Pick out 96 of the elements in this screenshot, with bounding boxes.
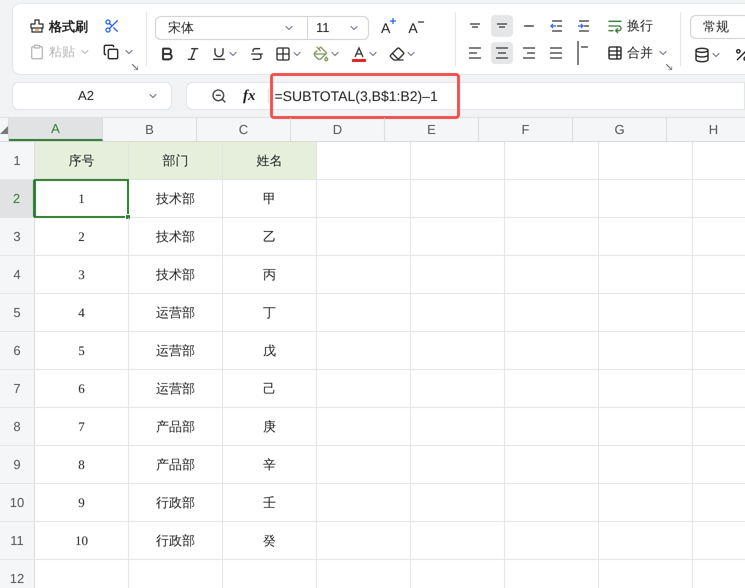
- align-button[interactable]: [491, 14, 513, 36]
- table-cell-text: 庚: [262, 418, 277, 436]
- column-header[interactable]: A: [9, 118, 103, 141]
- align-icon: [549, 46, 563, 58]
- font-color-icon[interactable]: [351, 46, 367, 62]
- table-cell-text: 丁: [262, 304, 277, 322]
- expand-icon: [132, 64, 138, 70]
- row-header[interactable]: 2: [0, 180, 35, 217]
- fill-handle[interactable]: [125, 214, 131, 220]
- table-cell-text: 7: [77, 418, 86, 436]
- row-header[interactable]: 7: [0, 370, 35, 407]
- table-cell-text: 5: [77, 342, 86, 360]
- row-header[interactable]: 12: [0, 560, 35, 588]
- expand-icon: [666, 64, 672, 70]
- table-cell-text: 行政部: [155, 532, 196, 550]
- database-icon[interactable]: [694, 47, 710, 63]
- table-cell-text: 产品部: [155, 456, 196, 474]
- number-format-select[interactable]: 常规: [690, 15, 745, 39]
- table-cell-text: 4: [77, 304, 86, 322]
- align-icon: [576, 20, 590, 32]
- table-cell-text: 运营部: [155, 342, 196, 360]
- column-header[interactable]: H: [667, 118, 745, 141]
- row-header[interactable]: 3: [0, 218, 35, 255]
- align-icon: [577, 40, 589, 66]
- table-cell-text: 8: [77, 456, 86, 474]
- copy-icon: [103, 44, 119, 60]
- column-header[interactable]: C: [197, 118, 291, 141]
- row-header[interactable]: 1: [0, 142, 35, 179]
- align-button[interactable]: [491, 42, 513, 64]
- table-cell-text: 技术部: [155, 266, 196, 284]
- column-header[interactable]: E: [385, 118, 479, 141]
- grow-font-button[interactable]: A: [381, 18, 396, 38]
- table-cell-text: 甲: [262, 190, 277, 208]
- table-cell-text: 丙: [262, 266, 277, 284]
- table-cell-text: 戊: [262, 342, 277, 360]
- scissors-icon[interactable]: [104, 18, 120, 34]
- table-cell-text: 9: [77, 494, 86, 512]
- align-icon: [522, 46, 536, 58]
- row-header[interactable]: 10: [0, 484, 35, 521]
- brush-icon: [29, 18, 45, 34]
- underline-icon[interactable]: [211, 46, 227, 62]
- table-cell-text: 运营部: [155, 304, 196, 322]
- function-icon[interactable]: fx: [243, 84, 256, 108]
- table-cell-text: 行政部: [155, 494, 196, 512]
- align-icon: [495, 46, 509, 58]
- minus-icon: [418, 20, 424, 22]
- table-cell-text: 3: [77, 266, 86, 284]
- table-cell-text: 姓名: [256, 152, 284, 170]
- align-icon: [550, 20, 562, 32]
- table-cell-text: 序号: [68, 152, 96, 170]
- formula-field[interactable]: =SUBTOTAL(3,B$1:B2)–1: [270, 73, 460, 119]
- table-cell-text: 辛: [262, 456, 277, 474]
- column-header[interactable]: B: [103, 118, 197, 141]
- wrap-text-button[interactable]: 换行: [607, 16, 653, 36]
- bold-icon[interactable]: [159, 46, 175, 62]
- plus-icon: [390, 18, 396, 24]
- merge-button[interactable]: 合并: [607, 42, 669, 62]
- table-cell-text: 2: [77, 228, 86, 246]
- zoom-out-icon[interactable]: [211, 88, 227, 104]
- fill-color-icon[interactable]: [313, 46, 329, 62]
- clipboard-icon: [29, 44, 45, 60]
- column-header[interactable]: F: [479, 118, 573, 141]
- copy-button[interactable]: [103, 44, 135, 60]
- table-cell-text: 10: [74, 532, 89, 550]
- strikethrough-icon[interactable]: [249, 46, 265, 62]
- merge-icon: [607, 44, 623, 60]
- column-header[interactable]: G: [573, 118, 667, 141]
- align-icon: [468, 46, 482, 58]
- row-header[interactable]: 11: [0, 522, 35, 559]
- border-icon[interactable]: [275, 46, 291, 62]
- italic-icon[interactable]: [185, 46, 201, 62]
- row-header[interactable]: 9: [0, 446, 35, 483]
- table-cell-text: 壬: [262, 494, 277, 512]
- table-cell-text: 己: [262, 380, 277, 398]
- column-header[interactable]: D: [291, 118, 385, 141]
- format-painter-button[interactable]: 格式刷: [29, 16, 88, 36]
- table-cell-text: 技术部: [155, 228, 196, 246]
- shrink-font-button[interactable]: A: [408, 18, 424, 38]
- row-header[interactable]: 4: [0, 256, 35, 293]
- table-cell: 1: [34, 179, 129, 218]
- wrap-icon: [607, 18, 623, 34]
- table-cell-text: 技术部: [155, 190, 196, 208]
- table-cell-text: 癸: [262, 532, 277, 550]
- table-cell-text: 产品部: [155, 418, 196, 436]
- name-box[interactable]: A2: [12, 82, 172, 110]
- select-all-icon[interactable]: [0, 126, 8, 134]
- align-icon: [496, 23, 508, 28]
- align-icon: [469, 23, 481, 28]
- eraser-icon[interactable]: [389, 46, 405, 62]
- row-header[interactable]: 6: [0, 332, 35, 369]
- table-cell-text: 运营部: [155, 380, 196, 398]
- table-cell-text: 6: [77, 380, 86, 398]
- row-header[interactable]: 8: [0, 408, 35, 445]
- row-header[interactable]: 5: [0, 294, 35, 331]
- table-cell-text: 乙: [262, 228, 277, 246]
- table-cell-text: 部门: [162, 152, 190, 170]
